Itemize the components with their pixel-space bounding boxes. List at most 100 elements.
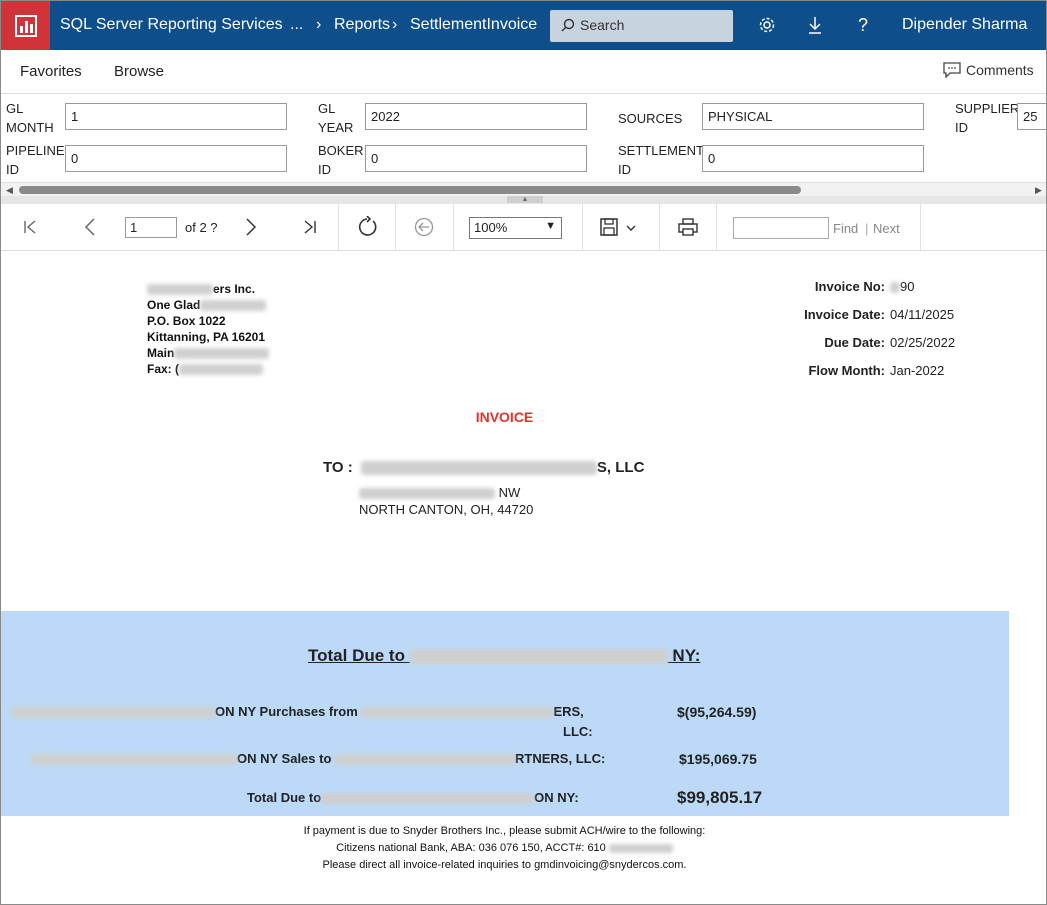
find-input[interactable]	[733, 217, 829, 239]
total-due-section: Total Due to NY: ON NY Purchases from ER…	[1, 611, 1009, 816]
back-icon[interactable]	[411, 214, 437, 240]
breadcrumb-current: SettlementInvoice	[410, 16, 538, 33]
horizontal-scrollbar[interactable]: ◀ ▶	[1, 182, 1046, 196]
boker-id-field[interactable]: 0	[365, 145, 587, 172]
nav-browse[interactable]: Browse	[114, 63, 164, 80]
total-due-amount: $99,805.17	[677, 788, 763, 807]
scroll-left-icon[interactable]: ◀	[6, 185, 13, 196]
find-button[interactable]: Find	[833, 221, 858, 236]
total-due-line: Total Due to ON NY:	[247, 790, 579, 805]
user-name[interactable]: Dipender Sharma	[902, 16, 1027, 34]
gl-year-field[interactable]: 2022	[365, 103, 587, 130]
breadcrumb-reports[interactable]: Reports	[334, 16, 390, 34]
sales-line: ON NY Sales to RTNERS, LLC:	[31, 751, 605, 766]
invoice-date-label: Invoice Date:	[804, 307, 885, 322]
sender-name-line: ers Inc.	[147, 281, 269, 297]
comment-icon	[943, 62, 961, 78]
invoice-no-label: Invoice No:	[814, 279, 885, 294]
scroll-right-icon[interactable]: ▶	[1035, 185, 1042, 196]
comments-label: Comments	[966, 62, 1034, 78]
print-icon[interactable]	[675, 214, 701, 240]
sender-fax-line: Fax: (	[147, 361, 269, 377]
gear-icon[interactable]	[756, 14, 778, 36]
sales-amount: $195,069.75	[679, 751, 757, 767]
param-label-sources: SOURCES	[618, 111, 683, 126]
search-box[interactable]: Search	[550, 10, 733, 42]
scrollbar-thumb[interactable]	[19, 186, 801, 194]
footer-line-2: Citizens national Bank, ABA: 036 076 150…	[1, 840, 1008, 857]
download-icon[interactable]	[804, 14, 826, 36]
sender-street-line: One Glad	[147, 297, 269, 313]
due-date-value: 02/25/2022	[890, 335, 956, 350]
param-label-settlement-id: SETTLEMENT ID	[618, 143, 704, 177]
report-toolbar: 1 of 2 ? 100% ▼ Find | Next	[1, 204, 1046, 251]
total-due-heading: Total Due to NY:	[308, 646, 701, 665]
chevron-down-icon: ▼	[545, 220, 556, 232]
purchases-line: ON NY Purchases from ERS,	[11, 704, 584, 719]
supplier-id-field[interactable]: 25	[1017, 103, 1046, 130]
page-count: of 2 ?	[185, 220, 218, 235]
bill-to-address: NW NORTH CANTON, OH, 44720	[359, 484, 533, 518]
report-logo-icon	[14, 14, 37, 37]
report-page: ers Inc. One Glad P.O. Box 1022 Kittanni…	[1, 251, 1046, 904]
sender-pobox-line: P.O. Box 1022	[147, 314, 226, 328]
param-label-boker-id: BOKER ID	[318, 143, 364, 177]
footer-line-1: If payment is due to Snyder Brothers Inc…	[303, 825, 706, 837]
toolbar-divider	[453, 204, 454, 250]
payment-instructions: If payment is due to Snyder Brothers Inc…	[1, 823, 1008, 874]
invoice-date-value: 04/11/2025	[890, 307, 955, 322]
flow-month-value: Jan-2022	[890, 363, 945, 378]
zoom-value: 100%	[474, 220, 508, 235]
toolbar-divider	[338, 204, 339, 250]
param-label-gl-year: GL YEAR	[318, 101, 354, 135]
panel-splitter[interactable]: ▲	[1, 196, 1046, 204]
invoice-no-value: 90	[890, 279, 914, 294]
top-bar: SQL Server Reporting Services ... › Repo…	[1, 1, 1046, 50]
first-page-icon[interactable]	[17, 214, 43, 240]
chevron-right-icon: ›	[316, 16, 322, 33]
toolbar-divider	[582, 204, 583, 250]
sender-city-line: Kittanning, PA 16201	[147, 330, 266, 344]
next-page-icon[interactable]	[238, 214, 264, 240]
toolbar-divider	[659, 204, 660, 250]
purchases-line-continued: LLC:	[563, 724, 593, 739]
search-placeholder: Search	[580, 17, 625, 33]
bill-to-name: TO : S, LLC	[323, 459, 645, 476]
save-icon	[600, 218, 636, 236]
param-label-pipeline-id: PIPELINE ID	[6, 143, 65, 177]
app-title[interactable]: SQL Server Reporting Services	[60, 16, 283, 34]
purchases-amount: $(95,264.59)	[677, 704, 757, 720]
comments-button[interactable]: Comments	[943, 62, 1034, 78]
param-label-gl-month: GL MONTH	[6, 101, 54, 135]
bill-to-city: NORTH CANTON, OH, 44720	[359, 502, 534, 517]
browser-frame: SQL Server Reporting Services ... › Repo…	[0, 0, 1047, 905]
gl-month-field[interactable]: 1	[65, 103, 287, 130]
settlement-id-field[interactable]: 0	[702, 145, 924, 172]
sources-field[interactable]: PHYSICAL	[702, 103, 924, 130]
sender-address: ers Inc. One Glad P.O. Box 1022 Kittanni…	[147, 281, 270, 377]
ssrs-logo[interactable]	[1, 1, 50, 50]
nav-favorites[interactable]: Favorites	[20, 63, 82, 80]
bill-to-street: NW	[359, 484, 533, 501]
toolbar-divider	[395, 204, 396, 250]
flow-month-label: Flow Month:	[808, 363, 885, 378]
help-icon[interactable]: ?	[852, 14, 874, 36]
last-page-icon[interactable]	[297, 214, 323, 240]
pipeline-id-field[interactable]: 0	[65, 145, 287, 172]
nav-bar: Favorites Browse Comments	[1, 50, 1046, 94]
collapse-icon[interactable]: ▲	[507, 196, 543, 203]
find-next-button[interactable]: Next	[873, 221, 900, 236]
zoom-select[interactable]: 100% ▼	[469, 217, 562, 239]
toolbar-divider	[920, 204, 921, 250]
search-icon	[561, 18, 575, 32]
invoice-title: INVOICE	[475, 409, 534, 425]
sender-phone-line: Main	[147, 345, 270, 361]
previous-page-icon[interactable]	[77, 214, 103, 240]
current-page-input[interactable]: 1	[125, 217, 177, 238]
export-button[interactable]	[597, 214, 641, 240]
breadcrumb-ellipsis[interactable]: ...	[290, 16, 303, 34]
refresh-icon[interactable]	[354, 214, 380, 240]
chevron-right-icon: ›	[392, 16, 398, 33]
toolbar-divider	[716, 204, 717, 250]
parameters-panel: GL MONTH 1 GL YEAR 2022 SOURCES PHYSICAL S…	[1, 94, 1046, 182]
